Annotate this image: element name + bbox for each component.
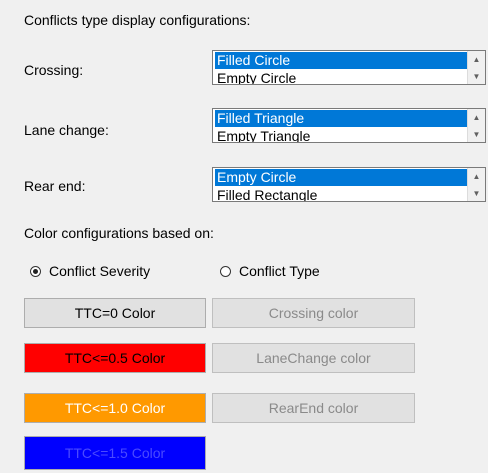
radio-conflict-type[interactable]: Conflict Type xyxy=(220,263,320,279)
listbox-scrollbar[interactable]: ▲ ▼ xyxy=(467,109,485,142)
scroll-down-arrow-icon[interactable]: ▼ xyxy=(468,185,485,201)
lanechange-color-button[interactable]: LaneChange color xyxy=(212,343,415,373)
listbox-selected-item[interactable]: Filled Circle xyxy=(215,52,467,69)
scroll-up-arrow-icon[interactable]: ▲ xyxy=(468,51,485,67)
ttc15-color-button[interactable]: TTC<=1.5 Color xyxy=(24,436,206,470)
listbox-item[interactable]: Empty Circle xyxy=(215,70,467,84)
radio-conflict-severity[interactable]: Conflict Severity xyxy=(30,263,150,279)
radio-checked-icon[interactable] xyxy=(30,265,41,277)
radio-label: Conflict Severity xyxy=(49,263,151,279)
rear-end-listbox[interactable]: Empty Circle Filled Rectangle ▲ ▼ xyxy=(212,167,486,202)
radio-unchecked-icon[interactable] xyxy=(220,265,231,277)
scroll-up-arrow-icon[interactable]: ▲ xyxy=(468,168,485,184)
crossing-listbox[interactable]: Filled Circle Empty Circle ▲ ▼ xyxy=(212,50,486,85)
listbox-scrollbar[interactable]: ▲ ▼ xyxy=(467,168,485,201)
scroll-down-arrow-icon[interactable]: ▼ xyxy=(468,68,485,84)
lane-change-label: Lane change: xyxy=(24,122,109,138)
radio-label: Conflict Type xyxy=(239,263,320,279)
listbox-selected-item[interactable]: Filled Triangle xyxy=(215,110,467,127)
listbox-item[interactable]: Empty Triangle xyxy=(215,128,467,142)
listbox-selected-item[interactable]: Empty Circle xyxy=(215,169,467,186)
scroll-up-arrow-icon[interactable]: ▲ xyxy=(468,109,485,125)
ttc05-color-button[interactable]: TTC<=0.5 Color xyxy=(24,343,206,373)
rear-end-label: Rear end: xyxy=(24,178,86,194)
lane-change-listbox[interactable]: Filled Triangle Empty Triangle ▲ ▼ xyxy=(212,108,486,143)
color-config-label: Color configurations based on: xyxy=(24,225,214,241)
ttc0-color-button[interactable]: TTC=0 Color xyxy=(24,298,206,328)
ttc10-color-button[interactable]: TTC<=1.0 Color xyxy=(24,393,206,423)
crossing-color-button[interactable]: Crossing color xyxy=(212,298,415,328)
listbox-scrollbar[interactable]: ▲ ▼ xyxy=(467,51,485,84)
scroll-down-arrow-icon[interactable]: ▼ xyxy=(468,126,485,142)
listbox-item[interactable]: Filled Rectangle xyxy=(215,187,467,201)
crossing-label: Crossing: xyxy=(24,62,84,78)
section-title: Conflicts type display configurations: xyxy=(24,12,251,28)
rearend-color-button[interactable]: RearEnd color xyxy=(212,393,415,423)
